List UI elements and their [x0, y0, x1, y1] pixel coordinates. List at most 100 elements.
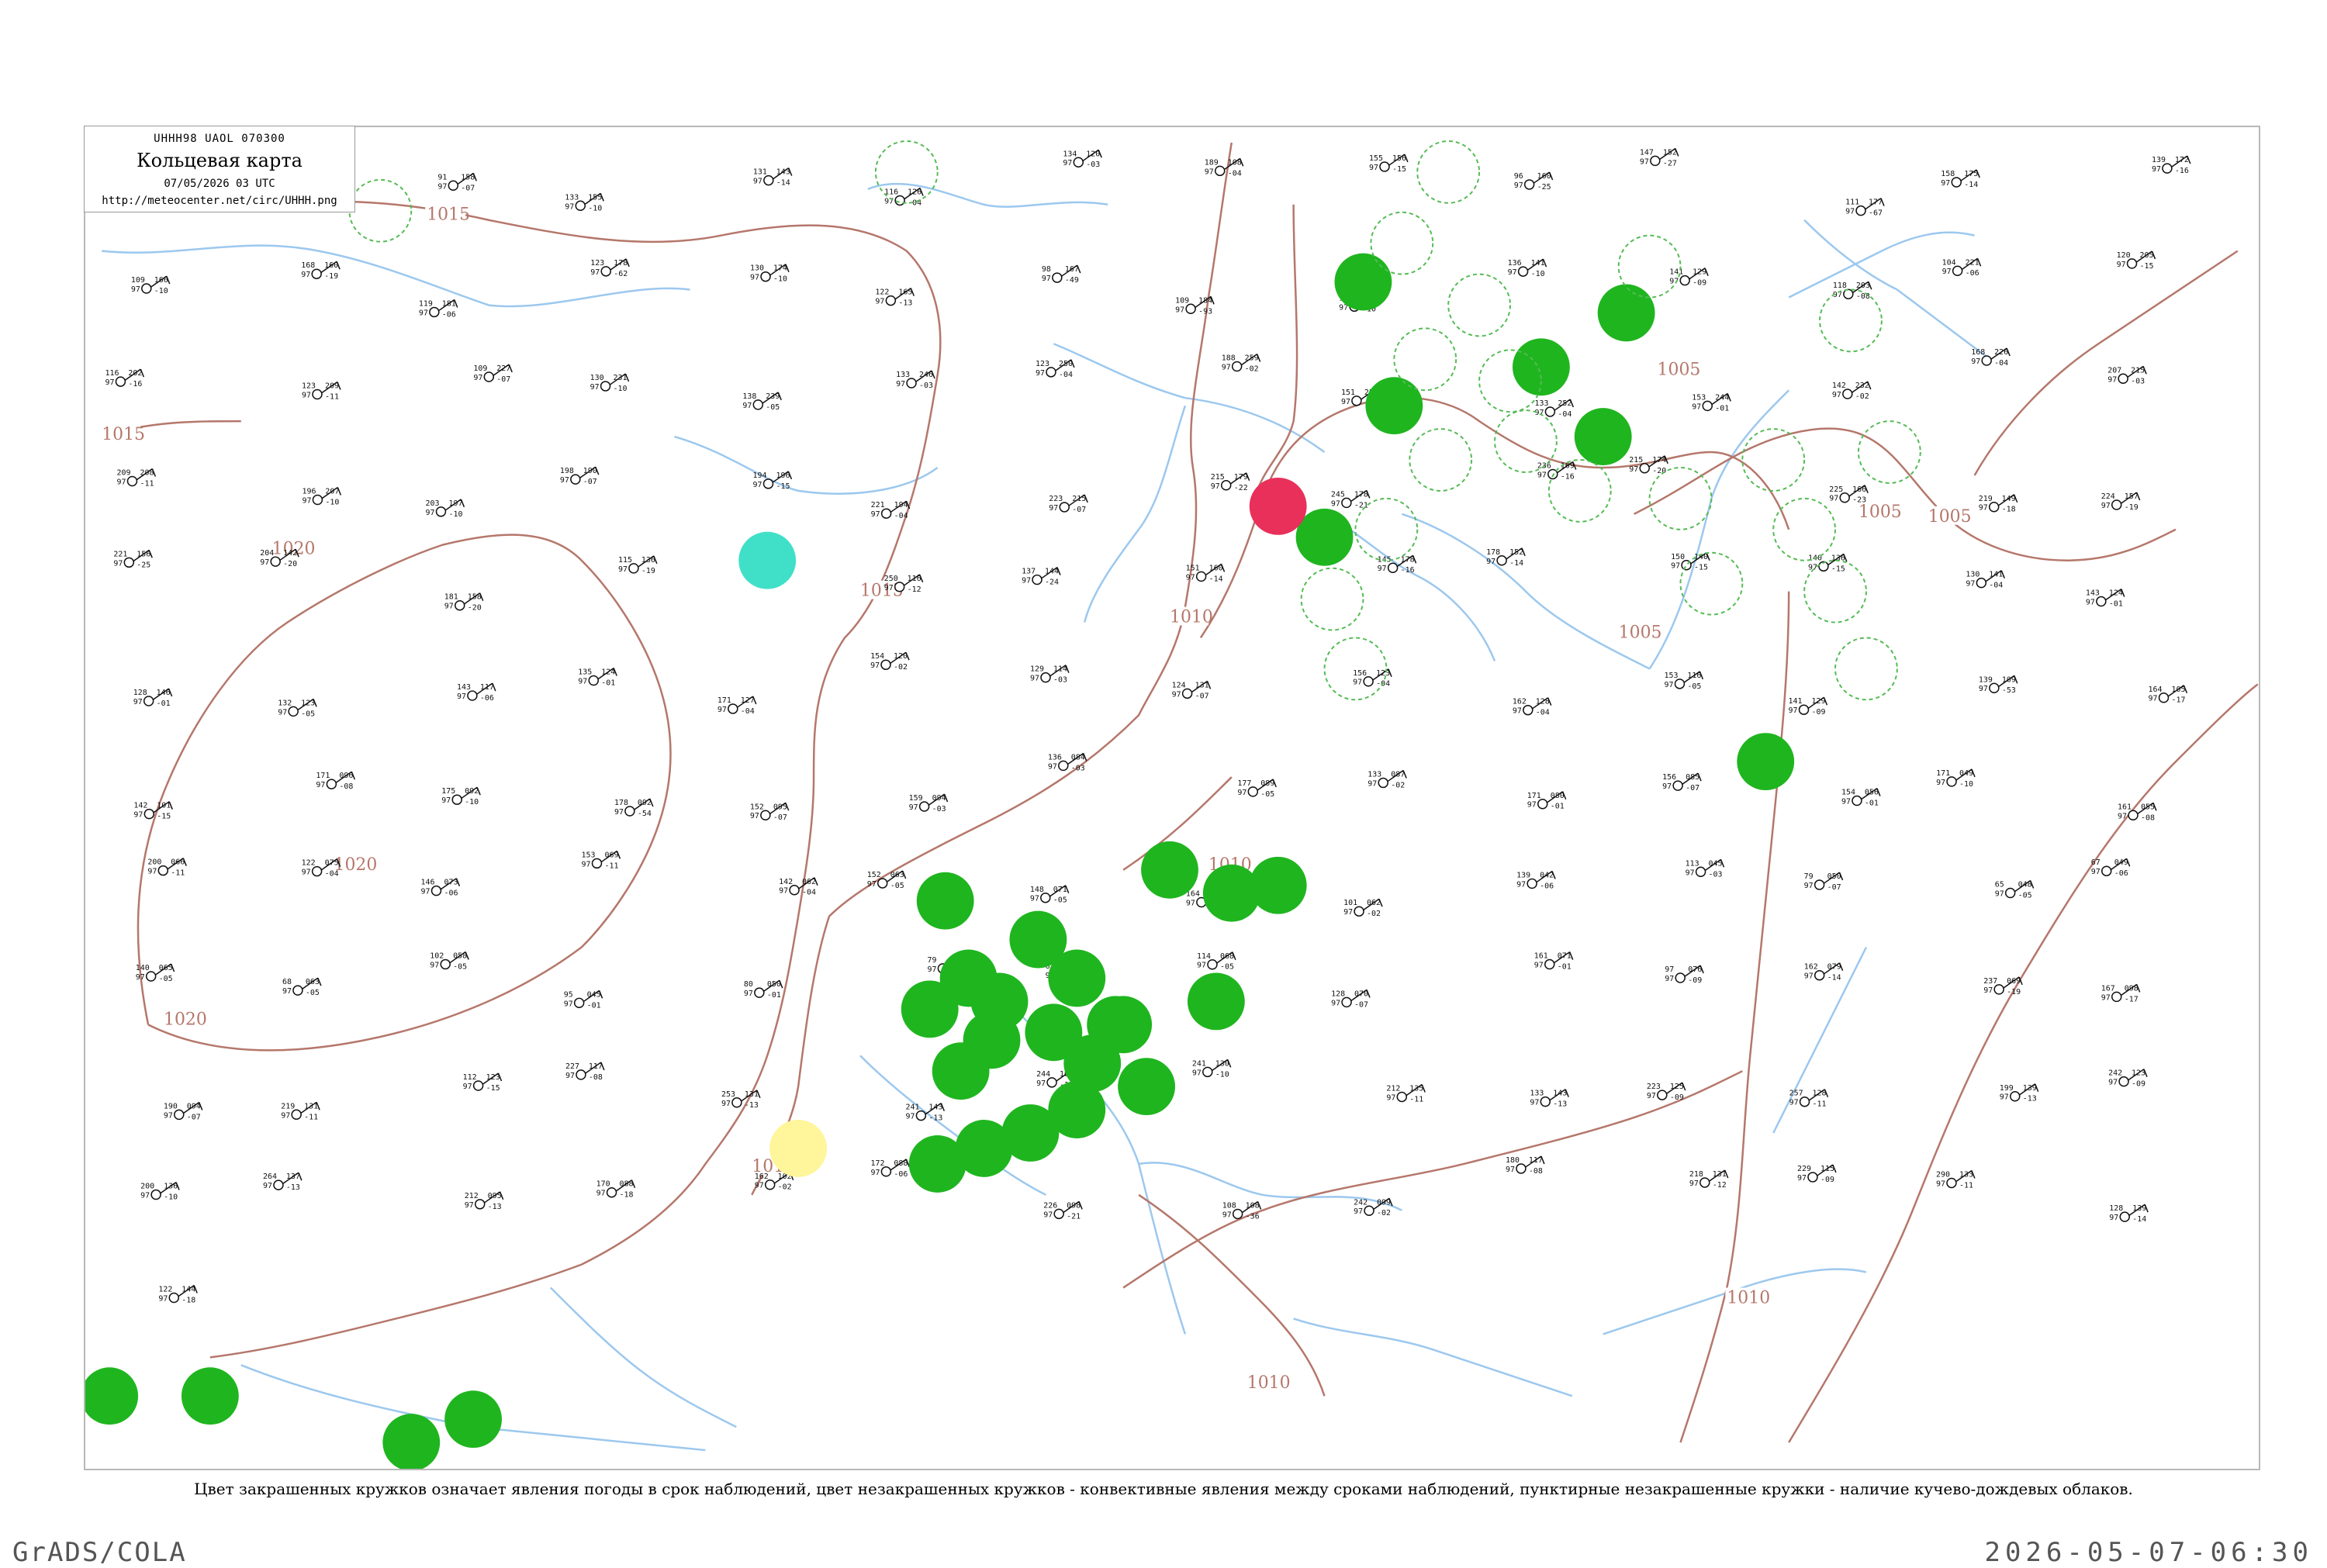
station-tendency: -08 — [1856, 292, 1870, 301]
station-circle — [754, 987, 765, 998]
station-plot: 123 11297 -15 — [463, 1072, 503, 1093]
station-plot: 197 20397 -10 — [426, 499, 465, 519]
station-temp: 218 — [1689, 1170, 1703, 1179]
station-pressure: 123 — [486, 1073, 500, 1082]
station-tendency: -09 — [1670, 1093, 1684, 1102]
isobars — [101, 200, 2259, 1443]
station-pressure: 066 — [171, 858, 185, 867]
station-pressure: 246 — [919, 371, 933, 379]
station-vis: 97 — [2101, 993, 2111, 1002]
station-circle — [2096, 596, 2107, 607]
station-circle — [1232, 1208, 1243, 1220]
station-temp: 124 — [1172, 681, 1186, 689]
station-vis: 97 — [1845, 208, 1855, 216]
station-plot: 096 17197 -08 — [316, 771, 356, 791]
station-plot: 174 13097 -10 — [750, 264, 790, 284]
station-vis: 97 — [164, 1111, 173, 1120]
station-plot: 120 13497 -03 — [1063, 149, 1102, 169]
station-pressure: 190 — [583, 467, 597, 475]
station-circle — [2004, 887, 2016, 899]
station-pressure: 178 — [1401, 555, 1415, 564]
station-pressure: 160 — [1209, 564, 1223, 572]
station-circle — [1657, 1090, 1668, 1100]
station-plot: 123 13297 -05 — [278, 698, 317, 718]
station-temp: 136 — [1048, 753, 1062, 762]
station-vis: 97 — [133, 811, 143, 820]
station-temp: 114 — [1197, 952, 1211, 961]
station-circle — [1672, 780, 1683, 791]
station-temp: 80 — [744, 980, 753, 989]
station-pressure: 120 — [1086, 150, 1100, 158]
cb-dashed-circle — [1547, 459, 1612, 523]
station-plot: 209 12397 -11 — [302, 381, 341, 401]
station-pressure: 101 — [157, 802, 171, 810]
station-vis: 97 — [750, 274, 759, 282]
station-vis: 97 — [1829, 495, 1838, 503]
station-pressure: 178 — [614, 259, 628, 268]
station-circle — [1976, 577, 1987, 589]
station-temp: 223 — [1647, 1083, 1661, 1091]
station-vis: 97 — [1671, 562, 1680, 571]
station-temp: 147 — [1640, 148, 1654, 157]
station-vis: 97 — [1343, 908, 1353, 917]
station-circle — [2010, 1091, 2021, 1102]
station-vis: 97 — [131, 285, 140, 294]
station-tendency: -09 — [1688, 976, 1702, 985]
station-pressure: 092 — [638, 799, 652, 807]
station-plot: 190 19897 -07 — [560, 466, 600, 486]
station-circle — [311, 268, 322, 279]
station-tendency: -13 — [1553, 1100, 1567, 1109]
station-temp: 79 — [927, 956, 936, 965]
station-tendency: -67 — [1869, 209, 1883, 218]
cb-dashed-circle — [1494, 409, 1558, 473]
station-pressure: 209 — [325, 382, 339, 391]
observation-time: 07/05/2026 03 UTC — [164, 178, 275, 190]
weather-circle-rain — [181, 1367, 239, 1425]
station-tendency: -03 — [919, 382, 933, 390]
station-circle — [1952, 265, 1963, 276]
station-circle — [1354, 906, 1364, 917]
station-circle — [2119, 1211, 2130, 1222]
station-pressure: 142 — [283, 549, 297, 558]
station-circle — [1544, 958, 1555, 970]
station-plot: 116 15397 -05 — [1664, 671, 1704, 691]
station-temp: 150 — [1671, 553, 1685, 561]
station-circle — [1798, 704, 1810, 715]
station-circle — [1247, 786, 1259, 797]
station-plot: 144 13797 -24 — [1022, 566, 1061, 587]
station-circle — [2118, 1076, 2129, 1087]
station-vis: 97 — [905, 1113, 915, 1121]
station-circle — [880, 1166, 892, 1177]
station-vis: 97 — [1640, 157, 1649, 166]
station-vis: 97 — [1222, 1211, 1232, 1219]
station-vis: 97 — [1331, 499, 1340, 508]
isobar-label: 1005 — [1858, 503, 1902, 522]
station-plot: 068 11497 -05 — [1197, 952, 1236, 972]
station-plot: 105 16497 -17 — [2149, 685, 2188, 705]
station-circle — [1540, 1096, 1551, 1107]
station-pressure: 144 — [1045, 568, 1059, 576]
station-plot: 141 13097 -04 — [1966, 570, 2005, 590]
station-pressure: 098 — [2125, 984, 2139, 993]
station-circle — [440, 958, 451, 970]
station-circle — [1951, 177, 1962, 188]
station-temp: 161 — [1534, 952, 1548, 961]
station-pressure: 136 — [641, 556, 655, 565]
station-circle — [591, 858, 603, 869]
station-plot: 129 14197 -09 — [1789, 696, 1828, 717]
station-temp: 109 — [131, 276, 145, 285]
station-temp: 226 — [1043, 1201, 1057, 1210]
map-title-box: UHHH98 UAOL 070300 Кольцевая карта 07/05… — [84, 126, 355, 212]
station-pressure: 117 — [589, 1062, 603, 1071]
station-vis: 97 — [753, 178, 762, 186]
station-circle — [1675, 972, 1686, 983]
station-vis: 97 — [755, 1182, 764, 1190]
station-pressure: 135 — [1409, 1084, 1423, 1093]
station-circle — [1814, 879, 1825, 890]
station-temp: 143 — [2086, 589, 2100, 598]
station-pressure: 096 — [339, 772, 353, 780]
station-circle — [1396, 1091, 1408, 1103]
station-pressure: 050 — [1827, 872, 1841, 881]
station-vis: 97 — [1789, 1099, 1799, 1107]
station-vis: 97 — [426, 509, 435, 517]
